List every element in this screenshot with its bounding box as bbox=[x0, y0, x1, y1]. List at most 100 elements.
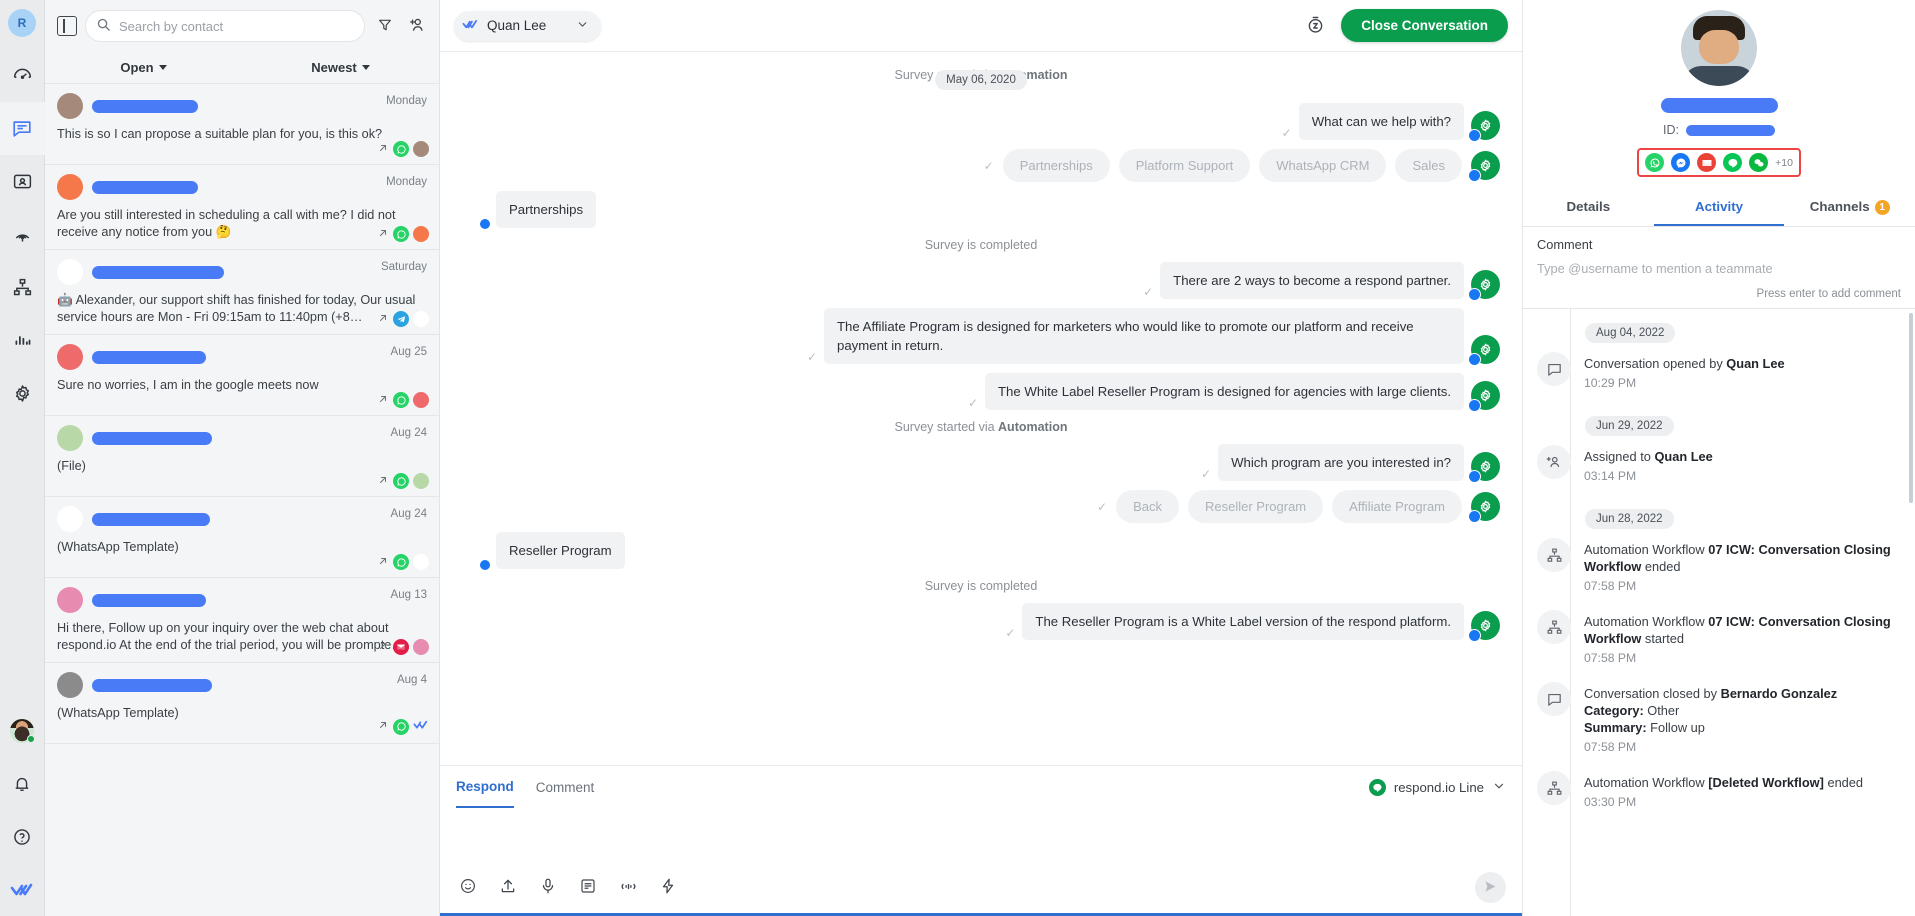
quick-reply-chip[interactable]: Affiliate Program bbox=[1332, 490, 1462, 523]
comment-input[interactable]: Type @username to mention a teammate bbox=[1537, 261, 1901, 276]
snooze-button[interactable] bbox=[1303, 14, 1327, 38]
outbound-arrow-icon bbox=[377, 227, 389, 242]
conversation-list-item[interactable]: Monday This is so I can propose a suitabl… bbox=[45, 84, 439, 165]
whatsapp-badge-icon bbox=[393, 392, 409, 408]
help-button[interactable] bbox=[0, 810, 45, 863]
messenger-source-icon bbox=[1468, 470, 1481, 483]
channel-selector[interactable]: respond.io Line bbox=[1368, 778, 1506, 796]
lightning-icon bbox=[659, 877, 677, 898]
telegram-badge-icon bbox=[393, 311, 409, 327]
quick-reply-chip[interactable]: WhatsApp CRM bbox=[1259, 149, 1387, 182]
activity-text: Conversation opened by bbox=[1584, 356, 1727, 371]
composer-tabs: Respond Comment respond.io Line bbox=[456, 766, 1506, 808]
notifications-button[interactable] bbox=[0, 757, 45, 810]
user-avatar[interactable] bbox=[10, 719, 35, 743]
conversation-snippet: This is so I can propose a suitable plan… bbox=[57, 127, 383, 141]
emoji-button[interactable] bbox=[456, 876, 480, 900]
sidebar-item-reports[interactable] bbox=[0, 314, 45, 367]
channels-count-badge: 1 bbox=[1874, 200, 1890, 215]
activity-text: Automation Workflow bbox=[1584, 775, 1709, 790]
close-conversation-button[interactable]: Close Conversation bbox=[1341, 9, 1508, 42]
chat-panel: Quan Lee Close Conversation Survey start… bbox=[440, 0, 1522, 916]
messenger-icon[interactable] bbox=[1671, 153, 1691, 172]
sidebar-item-contacts[interactable] bbox=[0, 155, 45, 208]
conversation-item-header bbox=[57, 587, 427, 613]
collapse-panel-button[interactable] bbox=[57, 16, 77, 36]
messenger-source-icon bbox=[1468, 399, 1481, 412]
app-logo[interactable]: R bbox=[8, 9, 36, 37]
left-nav-rail: R bbox=[0, 0, 45, 916]
filter-status-dropdown[interactable]: Open bbox=[45, 60, 242, 75]
attachment-button[interactable] bbox=[496, 876, 520, 900]
whatsapp-icon[interactable] bbox=[1645, 153, 1665, 172]
search-box[interactable] bbox=[85, 10, 365, 42]
send-button[interactable] bbox=[1475, 872, 1506, 903]
wechat-icon[interactable] bbox=[1749, 153, 1769, 172]
conversation-snippet: Sure no worries, I am in the google meet… bbox=[57, 378, 319, 392]
line-icon[interactable] bbox=[1723, 153, 1743, 172]
assignee-dropdown[interactable]: Quan Lee bbox=[454, 10, 602, 41]
snippet-button[interactable] bbox=[576, 876, 600, 900]
conversation-list-item[interactable]: Monday Are you still interested in schedu… bbox=[45, 165, 439, 250]
line-icon bbox=[1368, 778, 1386, 796]
contact-avatar-badge bbox=[413, 226, 429, 242]
contact-avatar[interactable] bbox=[1681, 10, 1757, 86]
voice-note-button[interactable] bbox=[616, 876, 640, 900]
tab-activity[interactable]: Activity bbox=[1654, 190, 1785, 226]
sidebar-item-settings[interactable] bbox=[0, 367, 45, 420]
conversation-list-item[interactable]: Aug 4 (WhatsApp Template) bbox=[45, 663, 439, 744]
tab-respond[interactable]: Respond bbox=[456, 766, 514, 808]
quick-reply-chip[interactable]: Sales bbox=[1395, 149, 1462, 182]
contact-name-redacted bbox=[1660, 98, 1778, 113]
conversation-list-item[interactable]: Saturday 🤖 Alexander, our support shift h… bbox=[45, 250, 439, 335]
quick-reply-options: ✓ Back Reseller Program Affiliate Program bbox=[462, 490, 1500, 523]
message-thread[interactable]: Survey started via Automation May 06, 20… bbox=[440, 52, 1522, 765]
message-bubble: The Affiliate Program is designed for ma… bbox=[824, 308, 1464, 364]
sidebar-item-workflows[interactable] bbox=[0, 261, 45, 314]
quick-reply-chip[interactable]: Partnerships bbox=[1002, 149, 1110, 182]
quick-action-button[interactable] bbox=[656, 876, 680, 900]
conversation-badges bbox=[377, 717, 429, 736]
conversation-list-item[interactable]: Aug 24 (WhatsApp Template) bbox=[45, 497, 439, 578]
activity-subject: [Deleted Workflow] bbox=[1708, 775, 1824, 790]
quick-reply-chip[interactable]: Platform Support bbox=[1118, 149, 1251, 182]
gmail-icon[interactable] bbox=[1697, 153, 1717, 172]
activity-feed[interactable]: Aug 04, 2022 Conversation opened by Quan … bbox=[1523, 309, 1915, 916]
filter-sort-dropdown[interactable]: Newest bbox=[242, 60, 439, 75]
activity-scrollbar[interactable] bbox=[1909, 313, 1913, 503]
conversation-item-header bbox=[57, 506, 427, 532]
system-message: Survey is completed bbox=[924, 238, 1038, 252]
conversation-list-item[interactable]: Aug 25 Sure no worries, I am in the googl… bbox=[45, 335, 439, 416]
conversation-list-item[interactable]: Aug 13 Hi there, Follow up on your inquir… bbox=[45, 578, 439, 663]
conversation-badges bbox=[377, 311, 429, 327]
conversation-scroll-area[interactable]: Monday This is so I can propose a suitabl… bbox=[45, 84, 439, 916]
sidebar-item-dashboard[interactable] bbox=[0, 49, 45, 102]
comment-hint: Press enter to add comment bbox=[1523, 282, 1915, 309]
sent-check-icon: ✓ bbox=[1143, 285, 1154, 299]
quick-reply-chip[interactable]: Reseller Program bbox=[1187, 490, 1324, 523]
sidebar-item-messages[interactable] bbox=[0, 102, 45, 155]
conversation-list-panel: Open Newest Monday This is so I can propo… bbox=[45, 0, 440, 916]
sent-check-icon: ✓ bbox=[983, 158, 994, 173]
search-input[interactable] bbox=[119, 18, 354, 34]
add-contact-button[interactable] bbox=[405, 14, 429, 38]
tab-comment[interactable]: Comment bbox=[536, 766, 595, 808]
filter-button[interactable] bbox=[373, 14, 397, 38]
tab-channels[interactable]: Channels 1 bbox=[1784, 190, 1915, 226]
message-input[interactable] bbox=[456, 808, 1506, 872]
contact-avatar-badge bbox=[413, 554, 429, 570]
outgoing-message-row: ✓ The White Label Reseller Program is des… bbox=[462, 373, 1500, 412]
conversation-timestamp: Aug 24 bbox=[390, 508, 427, 520]
sidebar-item-broadcasts[interactable] bbox=[0, 208, 45, 261]
incoming-message-row: Partnerships bbox=[462, 191, 1500, 230]
conversation-list-item[interactable]: Aug 24 (File) bbox=[45, 416, 439, 497]
activity-item: Automation Workflow 07 ICW: Conversation… bbox=[1537, 533, 1915, 605]
contact-name-redacted bbox=[92, 265, 224, 279]
conversation-item-header bbox=[57, 672, 427, 698]
message-bubble: The White Label Reseller Program is desi… bbox=[985, 373, 1464, 410]
channel-more-count[interactable]: +10 bbox=[1775, 157, 1793, 169]
quick-reply-chip[interactable]: Back bbox=[1116, 490, 1179, 523]
tab-details[interactable]: Details bbox=[1523, 190, 1654, 226]
microphone-button[interactable] bbox=[536, 876, 560, 900]
respond-brand-logo[interactable] bbox=[0, 863, 45, 916]
